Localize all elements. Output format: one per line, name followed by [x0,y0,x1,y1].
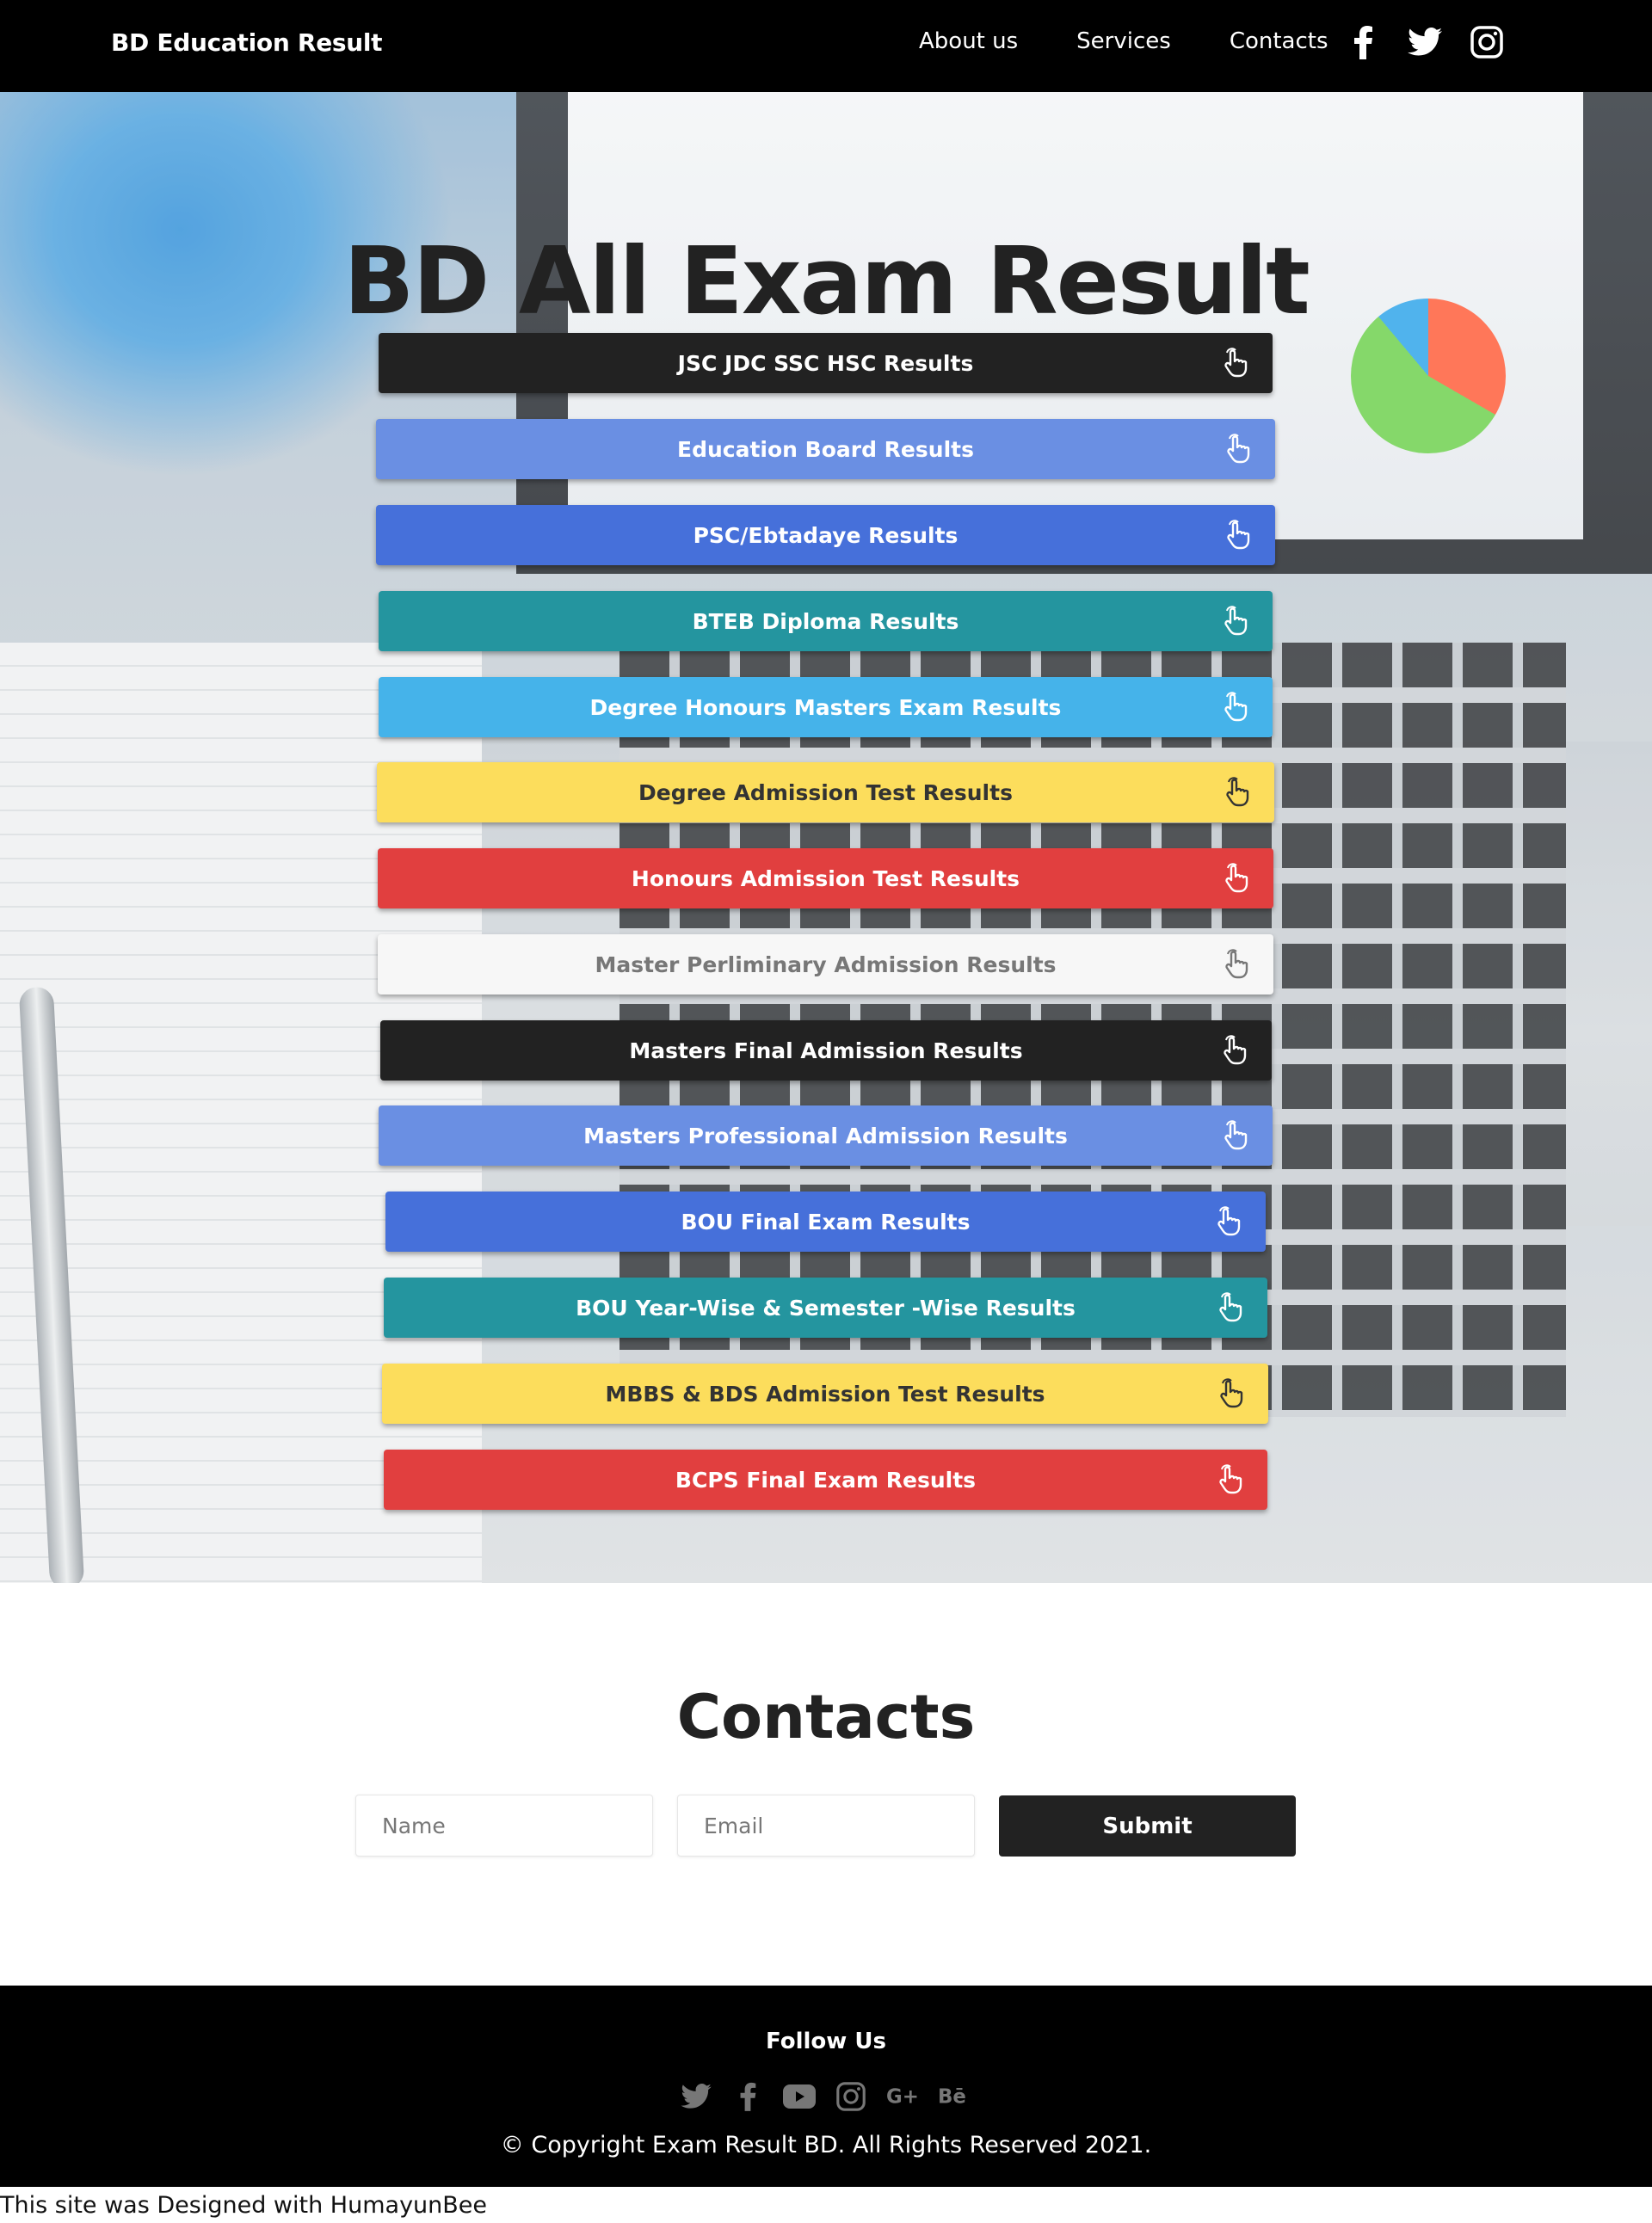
result-button-label: Master Perliminary Admission Results [595,951,1057,977]
hero-section: BD All Exam Result Click any Button to s… [0,92,1652,1583]
result-button-label: PSC/Ebtadaye Results [693,522,959,548]
designed-by-text: This site was Designed with HumayunBee [0,2192,488,2219]
contacts-section: Contacts Submit [0,1583,1652,1986]
hand-pointer-icon [1219,692,1250,723]
svg-text:Bē: Bē [938,2086,966,2109]
nav-link-services[interactable]: Services [1076,28,1171,54]
hand-pointer-icon [1222,520,1253,551]
page-title: BD All Exam Result [343,228,1310,336]
youtube-icon[interactable] [783,2080,816,2113]
result-button[interactable]: Masters Final Admission Results [380,1020,1272,1081]
result-button-label: Education Board Results [677,436,974,462]
footer-social-icons: G+ Bē [680,2080,971,2113]
hand-pointer-icon [1220,863,1251,894]
footer: Follow Us G+ Bē © Copyright Exam Result … [0,1986,1652,2187]
hand-pointer-icon [1219,606,1250,637]
svg-text:G+: G+ [886,2086,919,2109]
hand-pointer-icon [1214,1292,1245,1323]
hand-pointer-icon [1219,1120,1250,1151]
copyright-text: © Copyright Exam Result BD. All Rights R… [500,2132,1152,2158]
contacts-title: Contacts [676,1682,976,1752]
result-button[interactable]: Masters Professional Admission Results [379,1105,1273,1166]
hand-pointer-icon [1222,434,1253,465]
facebook-icon[interactable] [731,2080,764,2113]
result-button[interactable]: Degree Admission Test Results [377,762,1274,822]
email-input[interactable] [677,1795,975,1857]
brand-logo[interactable]: BD Education Result [111,28,383,57]
nav-social-icons [1345,24,1505,60]
twitter-icon[interactable] [680,2080,712,2113]
result-button-label: Masters Professional Admission Results [583,1123,1068,1148]
result-button-label: Degree Honours Masters Exam Results [589,694,1062,720]
result-button-label: BCPS Final Exam Results [675,1467,977,1493]
result-button-label: BOU Final Exam Results [681,1209,971,1235]
result-button[interactable]: Degree Honours Masters Exam Results [379,677,1273,737]
result-button-label: Degree Admission Test Results [638,779,1013,805]
hand-pointer-icon [1221,777,1252,808]
result-button-label: MBBS & BDS Admission Test Results [605,1381,1045,1407]
result-button[interactable]: Master Perliminary Admission Results [378,934,1273,995]
facebook-icon[interactable] [1345,24,1381,60]
result-button-label: BOU Year-Wise & Semester -Wise Results [576,1295,1076,1321]
submit-button[interactable]: Submit [999,1795,1296,1857]
result-button[interactable]: JSC JDC SSC HSC Results [379,333,1273,393]
result-button-label: JSC JDC SSC HSC Results [677,350,974,376]
hand-pointer-icon [1214,1464,1245,1495]
nav-links: About us Services Contacts [919,28,1387,54]
result-button[interactable]: BTEB Diploma Results [379,591,1273,651]
result-button[interactable]: BOU Year-Wise & Semester -Wise Results [384,1278,1267,1338]
nav-link-about[interactable]: About us [919,28,1018,54]
result-button-label: Masters Final Admission Results [629,1038,1023,1063]
google-plus-icon[interactable]: G+ [886,2080,919,2113]
hand-pointer-icon [1219,348,1250,379]
behance-icon[interactable]: Bē [938,2080,971,2113]
hand-pointer-icon [1215,1378,1246,1409]
navbar: BD Education Result About us Services Co… [0,0,1652,92]
hand-pointer-icon [1218,1035,1249,1066]
result-button[interactable]: Education Board Results [376,419,1275,479]
result-button-label: BTEB Diploma Results [692,608,959,634]
result-button[interactable]: BOU Final Exam Results [385,1192,1266,1252]
result-button[interactable]: PSC/Ebtadaye Results [376,505,1275,565]
instagram-icon[interactable] [835,2080,867,2113]
instagram-icon[interactable] [1469,24,1505,60]
twitter-icon[interactable] [1407,24,1443,60]
nav-link-contacts[interactable]: Contacts [1230,28,1328,54]
result-button[interactable]: Honours Admission Test Results [378,848,1273,908]
name-input[interactable] [355,1795,653,1857]
follow-us-title: Follow Us [766,2029,886,2054]
hand-pointer-icon [1220,949,1251,980]
result-button[interactable]: MBBS & BDS Admission Test Results [382,1364,1268,1424]
result-button-label: Honours Admission Test Results [631,865,1020,891]
hand-pointer-icon [1212,1206,1243,1237]
result-button[interactable]: BCPS Final Exam Results [384,1450,1267,1510]
